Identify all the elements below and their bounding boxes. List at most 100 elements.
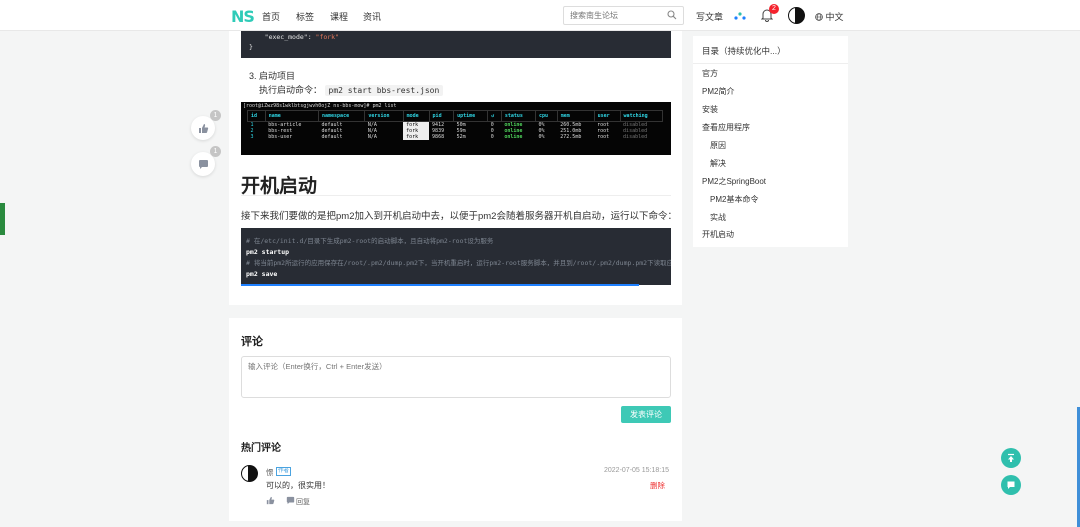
search-input[interactable] bbox=[564, 7, 660, 24]
search-icon[interactable] bbox=[667, 10, 677, 20]
table-cell: 52m bbox=[456, 134, 466, 140]
step-command-label: 执行启动命令： bbox=[259, 85, 323, 95]
table-header: pid bbox=[428, 110, 455, 122]
table-header: watching bbox=[619, 110, 664, 122]
toc-title: 目录（持续优化中...） bbox=[702, 46, 786, 56]
language-switch[interactable]: 中文 bbox=[815, 10, 844, 23]
comment-count: 1 bbox=[210, 146, 221, 157]
nav-courses[interactable]: 课程 bbox=[330, 10, 348, 23]
apps-icon[interactable] bbox=[733, 11, 747, 21]
globe-icon bbox=[815, 13, 823, 21]
table-cell: 0% bbox=[538, 134, 545, 140]
code-block-commands: # 在/etc/init.d/目录下生成pm2-root的启动脚本，且自动将pm… bbox=[241, 228, 671, 285]
language-label: 中文 bbox=[825, 12, 844, 22]
table-cell: disabled bbox=[623, 134, 648, 140]
table-cell: bbs-user bbox=[268, 134, 293, 140]
comments-title: 评论 bbox=[241, 336, 263, 348]
toc-item[interactable]: 实战 bbox=[710, 212, 726, 223]
table-header: name bbox=[264, 110, 320, 122]
hot-comments-title: 热门评论 bbox=[241, 443, 281, 454]
table-cell: 272.5mb bbox=[560, 134, 582, 140]
table-header: mem bbox=[556, 110, 595, 122]
code-close: } bbox=[249, 43, 253, 51]
thumbs-up-icon bbox=[198, 123, 208, 133]
step-title: 3. 启动项目 bbox=[249, 71, 296, 81]
toc-item[interactable]: 解决 bbox=[710, 158, 726, 169]
table-cell: 0 bbox=[490, 134, 494, 140]
table-header: status bbox=[500, 110, 536, 122]
inline-code: pm2 start bbs-rest.json bbox=[324, 85, 444, 96]
toc-item[interactable]: 安装 bbox=[702, 104, 718, 115]
nav-news[interactable]: 资讯 bbox=[363, 10, 381, 23]
delete-comment-link[interactable]: 删除 bbox=[650, 480, 665, 491]
chat-icon bbox=[1007, 481, 1015, 489]
table-of-contents: 目录（持续优化中...） 官方 PM2简介 安装 查看应用程序 原因 解决 PM… bbox=[693, 36, 848, 247]
commenter-name[interactable]: 憬 bbox=[266, 467, 274, 478]
toc-item[interactable]: 官方 bbox=[702, 68, 718, 79]
comment-text: 可以的，很实用！ bbox=[266, 481, 330, 490]
search-box bbox=[563, 6, 684, 25]
step-command-line: 执行启动命令： pm2 start bbs-rest.json bbox=[259, 83, 444, 96]
terminal-prompt: [root@iZwz98s1wklbtsgjwvh0ojZ ns-bbs-mow… bbox=[243, 103, 397, 109]
chat-button[interactable] bbox=[1001, 475, 1021, 495]
table-header: user bbox=[593, 110, 621, 122]
back-to-top-button[interactable] bbox=[1001, 448, 1021, 468]
code-line: pm2 save bbox=[246, 270, 278, 278]
comment-icon bbox=[198, 159, 208, 169]
thumbs-up-icon[interactable] bbox=[266, 496, 275, 505]
pm2-list-table: id name namespace version mode pid uptim… bbox=[247, 110, 664, 140]
notification-badge: 2 bbox=[769, 4, 779, 14]
table-header: cpu bbox=[534, 110, 558, 122]
author-badge: 作者 bbox=[276, 467, 292, 476]
table-cell: fork bbox=[403, 134, 430, 140]
top-navbar: NS 首页 标签 课程 资讯 写文章 2 中文 bbox=[0, 0, 1080, 31]
table-cell: root bbox=[597, 134, 610, 140]
table-row: 3 bbs-user default N/A fork 9868 52m 0 o… bbox=[248, 134, 663, 140]
code-key: "exec_mode": bbox=[264, 33, 316, 41]
table-cell: N/A bbox=[367, 134, 377, 140]
terminal-screenshot: [root@iZwz98s1wklbtsgjwvh0ojZ ns-bbs-mow… bbox=[241, 102, 671, 155]
table-cell: 3 bbox=[250, 134, 254, 140]
side-feedback-tab[interactable] bbox=[0, 203, 5, 235]
code-comment: # 将当前pm2所运行的应用保存在/root/.pm2/dump.pm2下，当开… bbox=[246, 259, 671, 267]
table-header: ↺ bbox=[487, 110, 502, 122]
toc-divider bbox=[693, 63, 848, 64]
toc-item[interactable]: PM2之SpringBoot bbox=[702, 176, 766, 187]
code-comment: # 在/etc/init.d/目录下生成pm2-root的启动脚本，且自动将pm… bbox=[246, 237, 494, 245]
reply-link[interactable]: 回复 bbox=[296, 497, 310, 507]
code-block-config: "exec_mode": "fork" } bbox=[241, 31, 671, 58]
toc-item[interactable]: 原因 bbox=[710, 140, 726, 151]
table-header: mode bbox=[402, 110, 430, 122]
toc-item[interactable]: PM2简介 bbox=[702, 86, 734, 97]
toc-item[interactable]: 查看应用程序 bbox=[702, 122, 750, 133]
like-count: 1 bbox=[210, 110, 221, 121]
section-heading: 开机启动 bbox=[241, 176, 318, 197]
table-cell: default bbox=[321, 134, 343, 140]
table-cell: 9868 bbox=[432, 134, 445, 140]
submit-comment-button[interactable]: 发表评论 bbox=[621, 406, 671, 423]
table-header: id bbox=[247, 110, 266, 122]
toc-item[interactable]: PM2基本命令 bbox=[710, 194, 758, 205]
write-article-link[interactable]: 写文章 bbox=[696, 10, 723, 23]
paragraph: 接下来我们要做的是把pm2加入到开机启动中去，以便于pm2会随着服务器开机自启动… bbox=[241, 211, 677, 222]
heading-divider bbox=[241, 195, 671, 196]
commenter-avatar[interactable] bbox=[241, 465, 258, 482]
table-header: version bbox=[364, 110, 404, 122]
table-cell: online bbox=[504, 134, 523, 140]
table-header: uptime bbox=[453, 110, 489, 122]
arrow-up-icon bbox=[1008, 453, 1014, 462]
code-line: pm2 startup bbox=[246, 248, 290, 256]
comment-time: 2022-07-05 15:18:15 bbox=[604, 467, 669, 474]
table-header: namespace bbox=[317, 110, 366, 122]
comments-section: 评论 发表评论 热门评论 憬 作者 2022-07-05 15:18:15 可以… bbox=[229, 318, 682, 521]
article-content: "exec_mode": "fork" } 3. 启动项目 执行启动命令： pm… bbox=[229, 31, 682, 305]
nav-home[interactable]: 首页 bbox=[262, 10, 280, 23]
toc-item[interactable]: 开机启动 bbox=[702, 229, 734, 240]
code-horizontal-scrollbar[interactable] bbox=[241, 284, 639, 286]
code-value: "fork" bbox=[315, 33, 340, 41]
comment-input[interactable] bbox=[241, 356, 671, 398]
comment-icon[interactable] bbox=[286, 496, 295, 505]
site-logo[interactable]: NS bbox=[231, 7, 255, 26]
nav-tags[interactable]: 标签 bbox=[296, 10, 314, 23]
user-avatar[interactable] bbox=[788, 7, 805, 24]
